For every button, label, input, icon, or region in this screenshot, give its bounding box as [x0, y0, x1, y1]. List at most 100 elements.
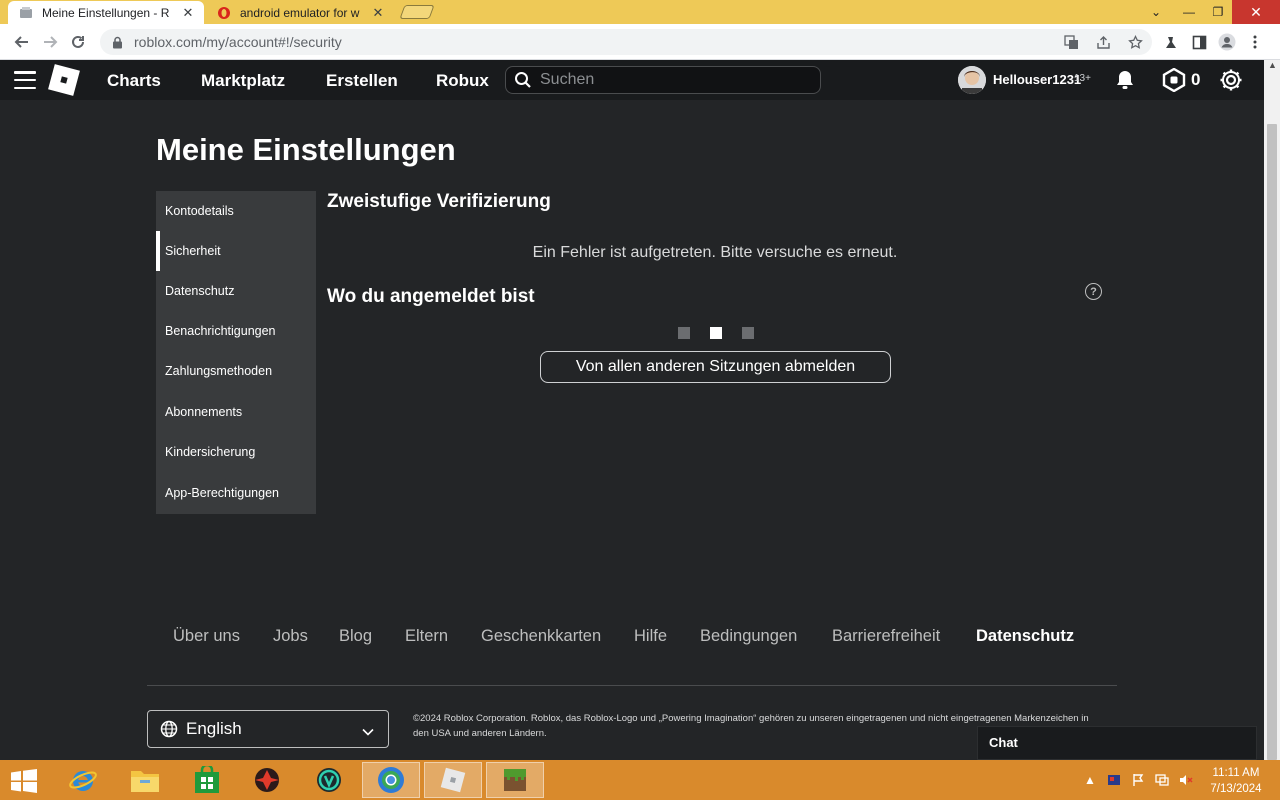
browser-tabstrip: Meine Einstellungen - R ✕ android emulat…: [0, 0, 1280, 24]
tab-close-icon[interactable]: ✕: [370, 5, 386, 21]
file-explorer-icon[interactable]: [116, 762, 174, 798]
profile-icon[interactable]: [1218, 32, 1236, 52]
language-select[interactable]: English: [147, 710, 389, 748]
footer-link-datenschutz[interactable]: Datenschutz: [976, 627, 1074, 646]
logout-all-sessions-button[interactable]: Von allen anderen Sitzungen abmelden: [540, 351, 891, 383]
settings-gear-icon[interactable]: [1218, 67, 1244, 93]
hamburger-menu-icon[interactable]: [14, 71, 36, 89]
sidebar-item-label: Zahlungsmethoden: [165, 364, 273, 378]
footer-link-bedingungen[interactable]: Bedingungen: [700, 627, 797, 646]
search-box[interactable]: [505, 66, 821, 94]
side-panel-icon[interactable]: [1190, 32, 1208, 52]
windows-start-icon[interactable]: [10, 769, 38, 793]
page-favicon-icon: [18, 5, 34, 21]
chevron-down-icon: [362, 723, 374, 741]
nav-erstellen[interactable]: Erstellen: [326, 71, 398, 91]
network-icon[interactable]: [1154, 772, 1170, 788]
sidebar-item-kontodetails[interactable]: Kontodetails: [156, 191, 316, 231]
restore-button[interactable]: ❐: [1204, 0, 1232, 24]
help-question-icon[interactable]: ?: [1085, 283, 1102, 300]
chat-label: Chat: [989, 735, 1018, 750]
footer-divider: [147, 685, 1117, 686]
footer-link-hilfe[interactable]: Hilfe: [634, 627, 667, 646]
forward-arrow-icon[interactable]: [38, 30, 62, 54]
sidebar-item-label: Sicherheit: [165, 244, 221, 258]
footer-link-eltern[interactable]: Eltern: [405, 627, 448, 646]
nav-robux[interactable]: Robux: [436, 71, 489, 91]
sidebar-item-sicherheit[interactable]: Sicherheit: [156, 231, 316, 271]
reload-icon[interactable]: [66, 30, 90, 54]
avatar[interactable]: [958, 66, 986, 94]
opera-favicon-icon: [216, 5, 232, 21]
sidebar-item-app-berechtigungen[interactable]: App-Berechtigungen: [156, 473, 316, 513]
page-title: Meine Einstellungen: [156, 132, 456, 167]
tab-search-chevron-icon[interactable]: ⌄: [1142, 0, 1170, 24]
scroll-up-icon[interactable]: ▲: [1268, 60, 1277, 70]
close-window-button[interactable]: ✕: [1232, 0, 1280, 24]
new-tab-button[interactable]: [399, 5, 435, 19]
footer-link-blog[interactable]: Blog: [339, 627, 372, 646]
volume-muted-icon[interactable]: [1178, 772, 1194, 788]
lock-icon: [112, 36, 126, 49]
sidebar-item-label: Kontodetails: [165, 204, 234, 218]
footer-link-barrierefreiheit[interactable]: Barrierefreiheit: [832, 627, 940, 646]
chrome-icon[interactable]: [362, 762, 420, 798]
sidebar-item-label: Datenschutz: [165, 284, 235, 298]
sidebar-item-kindersicherung[interactable]: Kindersicherung: [156, 432, 316, 472]
tab-title: android emulator for w: [240, 5, 360, 20]
roblox-logo-icon[interactable]: [48, 64, 80, 96]
action-center-flag-icon[interactable]: [1130, 772, 1146, 788]
tray-overflow-icon[interactable]: ▲: [1082, 772, 1098, 788]
tab-close-icon[interactable]: ✕: [180, 5, 196, 21]
search-input[interactable]: [540, 71, 810, 89]
roblox-header: Charts Marktplatz Erstellen Robux Hellou…: [0, 60, 1264, 100]
tab-android-emulator[interactable]: android emulator for w ✕: [206, 1, 394, 24]
back-arrow-icon[interactable]: [10, 30, 34, 54]
sidebar-item-benachrichtigungen[interactable]: Benachrichtigungen: [156, 311, 316, 351]
tray-app-icon[interactable]: [1106, 772, 1122, 788]
settings-sidebar: Kontodetails Sicherheit Datenschutz Bena…: [156, 191, 316, 514]
sidebar-item-label: Abonnements: [165, 405, 243, 419]
search-icon: [514, 70, 534, 90]
share-icon[interactable]: [1094, 33, 1112, 51]
translate-icon[interactable]: [1062, 33, 1080, 51]
sidebar-item-label: Benachrichtigungen: [165, 324, 276, 338]
robux-balance: 0: [1191, 70, 1201, 89]
sessions-title: Wo du angemeldet bist: [327, 286, 535, 307]
robux-icon[interactable]: [1161, 67, 1187, 93]
sidebar-item-zahlungsmethoden[interactable]: Zahlungsmethoden: [156, 351, 316, 391]
notifications-bell-icon[interactable]: [1112, 67, 1138, 93]
roblox-app-icon[interactable]: [424, 762, 482, 798]
loading-spinner: [678, 327, 754, 339]
footer-link-ueber-uns[interactable]: Über uns: [173, 627, 240, 646]
sidebar-item-abonnements[interactable]: Abonnements: [156, 392, 316, 432]
age-badge: 13+: [1074, 73, 1091, 84]
footer-link-geschenkkarten[interactable]: Geschenkkarten: [481, 627, 601, 646]
taskbar-clock[interactable]: 11:11 AM 7/13/2024: [1204, 765, 1268, 797]
teal-app-icon[interactable]: [300, 762, 358, 798]
url-text: roblox.com/my/account#!/security: [134, 34, 342, 50]
chat-panel[interactable]: Chat: [977, 726, 1257, 760]
address-bar[interactable]: roblox.com/my/account#!/security: [100, 29, 1152, 55]
minimize-button[interactable]: —: [1174, 0, 1204, 24]
minecraft-icon[interactable]: [486, 762, 544, 798]
store-icon[interactable]: [178, 762, 236, 798]
username-label[interactable]: Hellouser1231: [993, 72, 1081, 87]
nav-marktplatz[interactable]: Marktplatz: [201, 71, 285, 91]
browser-toolbar: roblox.com/my/account#!/security: [0, 24, 1280, 60]
footer-link-jobs[interactable]: Jobs: [273, 627, 308, 646]
sidebar-item-label: Kindersicherung: [165, 445, 256, 459]
sidebar-item-datenschutz[interactable]: Datenschutz: [156, 271, 316, 311]
internet-explorer-icon[interactable]: [54, 762, 112, 798]
nav-charts[interactable]: Charts: [107, 71, 161, 91]
tab-meine-einstellungen[interactable]: Meine Einstellungen - R ✕: [8, 1, 204, 24]
red-app-icon[interactable]: [238, 762, 296, 798]
scrollbar-thumb[interactable]: [1267, 124, 1277, 760]
page-scrollbar[interactable]: ▲: [1264, 60, 1280, 760]
kebab-menu-icon[interactable]: [1246, 32, 1264, 52]
system-tray: ▲: [1082, 772, 1194, 788]
clock-date: 7/13/2024: [1210, 783, 1262, 795]
tab-title: Meine Einstellungen - R: [42, 5, 170, 20]
bookmark-star-icon[interactable]: [1126, 33, 1144, 51]
extensions-icon[interactable]: [1162, 32, 1180, 52]
